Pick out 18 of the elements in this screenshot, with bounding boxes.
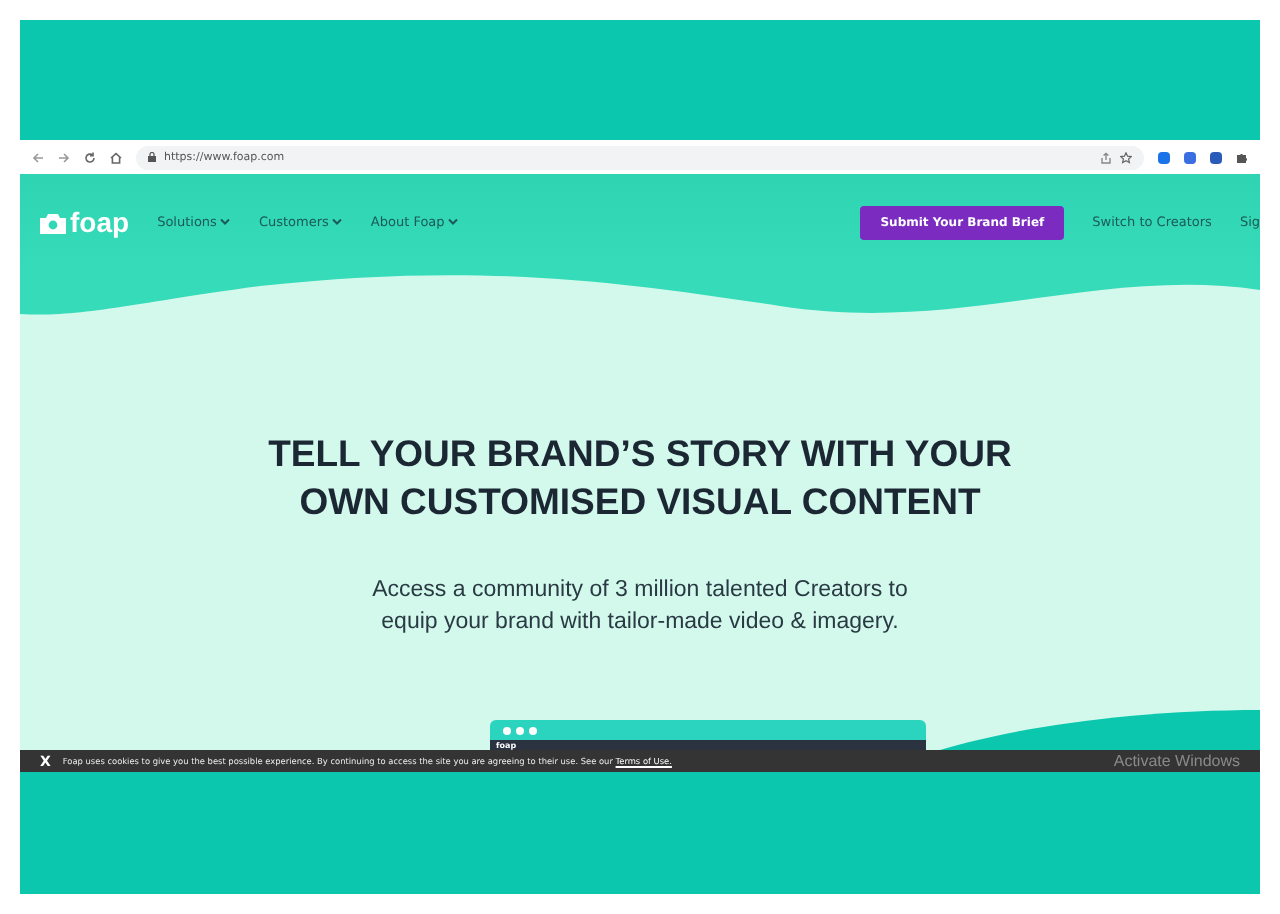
share-icon[interactable] bbox=[1100, 151, 1112, 163]
chevron-down-icon bbox=[220, 218, 231, 226]
reload-icon[interactable] bbox=[84, 151, 96, 163]
extension-icon[interactable] bbox=[1158, 151, 1170, 163]
home-icon[interactable] bbox=[110, 151, 122, 163]
lock-icon bbox=[148, 152, 156, 162]
chevron-down-icon bbox=[332, 218, 343, 226]
extension-icon[interactable] bbox=[1210, 151, 1222, 163]
activation-notice: Activate Windows bbox=[1113, 752, 1240, 770]
hero-description: Access a community of 3 million talented Creators to equip your brand with tailor-made video & imagery. bbox=[372, 576, 908, 638]
star-icon[interactable] bbox=[1120, 151, 1132, 163]
camera-icon bbox=[40, 211, 66, 233]
back-icon[interactable] bbox=[32, 151, 44, 163]
hero-heading: TELL YOUR BRAND’S STORY WITH YOUR OWN CUSTOMISED VISUAL CONTENT bbox=[268, 430, 1012, 526]
puzzle-icon[interactable] bbox=[1236, 151, 1248, 163]
forward-icon[interactable] bbox=[58, 151, 70, 163]
extension-icon[interactable] bbox=[1184, 151, 1196, 163]
chevron-down-icon bbox=[448, 218, 459, 226]
